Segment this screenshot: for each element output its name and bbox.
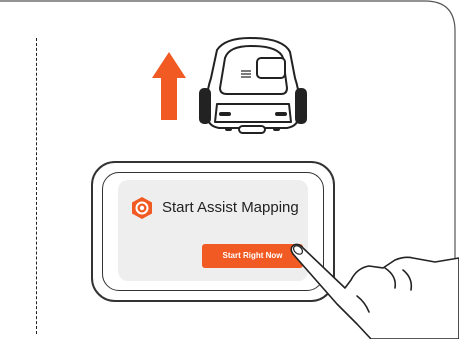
mapping-hexagon-icon	[132, 197, 152, 219]
dialog-title: Start Assist Mapping	[162, 199, 299, 216]
tapping-hand-icon	[290, 243, 459, 339]
lawn-mower-robot-icon	[199, 37, 307, 134]
up-arrow-icon	[152, 52, 186, 120]
dashed-guide-line	[36, 38, 37, 334]
